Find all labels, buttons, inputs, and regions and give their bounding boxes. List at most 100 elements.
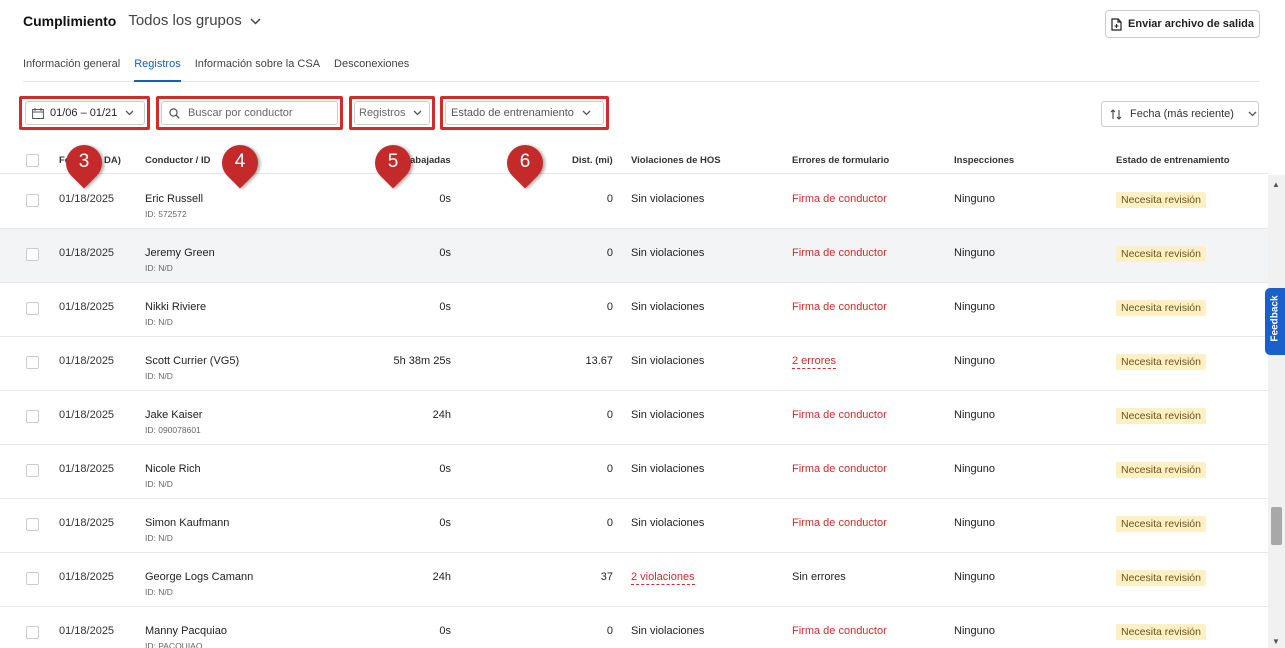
training-status-select[interactable]: Estado de entrenamiento — [445, 101, 604, 125]
row-driver-name[interactable]: Eric Russell — [145, 193, 203, 205]
row-hours: 5h 38m 25s — [393, 355, 451, 367]
status-badge: Necesita revisión — [1116, 300, 1206, 316]
table-row[interactable]: 01/18/2025 Manny Pacquiao ID: PACQUIAO 0… — [0, 607, 1268, 648]
row-hos: Sin violaciones — [631, 247, 705, 259]
tab-logs[interactable]: Registros — [134, 52, 181, 82]
row-checkbox[interactable] — [26, 464, 39, 477]
chevron-down-icon — [125, 110, 134, 116]
row-date: 01/18/2025 — [59, 463, 115, 475]
table-row[interactable]: 01/18/2025 Scott Currier (VG5) ID: N/D 5… — [0, 337, 1268, 391]
row-driver-name[interactable]: Nikki Riviere — [145, 301, 206, 313]
group-select[interactable]: Todos los grupos — [128, 12, 261, 29]
row-hos: Sin violaciones — [631, 355, 705, 367]
date-range-picker[interactable]: 01/06 – 01/21 — [25, 101, 145, 125]
vertical-scrollbar[interactable] — [1268, 175, 1285, 648]
column-header-training-status[interactable]: Estado de entrenamiento — [1116, 155, 1230, 166]
row-driver-id: ID: N/D — [145, 533, 173, 543]
chevron-down-icon — [582, 110, 591, 116]
row-hours: 24h — [432, 409, 451, 421]
row-hours: 0s — [439, 625, 451, 637]
column-header-hos[interactable]: Violaciones de HOS — [631, 155, 721, 166]
sort-select-label: Fecha (más reciente) — [1130, 108, 1234, 120]
driver-search-input[interactable]: Buscar por conductor — [161, 101, 338, 125]
row-date: 01/18/2025 — [59, 517, 115, 529]
column-header-driver[interactable]: Conductor / ID — [145, 155, 210, 166]
column-header-distance[interactable]: Dist. (mi) — [572, 155, 613, 166]
row-checkbox[interactable] — [26, 410, 39, 423]
row-form-errors[interactable]: Firma de conductor — [792, 517, 887, 529]
callout-marker-number: 6 — [519, 151, 531, 172]
scroll-up-arrow-icon[interactable]: ▲ — [1272, 180, 1280, 189]
tab-overview[interactable]: Información general — [23, 52, 120, 82]
row-checkbox[interactable] — [26, 518, 39, 531]
row-driver-name[interactable]: Jeremy Green — [145, 247, 215, 259]
row-driver-name[interactable]: Scott Currier (VG5) — [145, 355, 239, 367]
sort-select[interactable]: Fecha (más reciente) — [1101, 101, 1259, 127]
row-inspections: Ninguno — [954, 571, 995, 583]
tab-bar: Información general Registros Informació… — [23, 52, 1260, 82]
export-file-label: Enviar archivo de salida — [1128, 18, 1254, 30]
status-badge: Necesita revisión — [1116, 354, 1206, 370]
row-driver-name[interactable]: Manny Pacquiao — [145, 625, 227, 637]
date-range-value: 01/06 – 01/21 — [50, 107, 118, 119]
row-date: 01/18/2025 — [59, 571, 115, 583]
scroll-down-arrow-icon[interactable]: ▼ — [1272, 637, 1280, 646]
table-row[interactable]: 01/18/2025 Jeremy Green ID: N/D 0s 0 Sin… — [0, 229, 1268, 283]
column-header-hours[interactable]: abajadas — [410, 155, 451, 166]
column-header-date-tail: DA) — [104, 155, 121, 166]
table-row[interactable]: 01/18/2025 Jake Kaiser ID: 090078601 24h… — [0, 391, 1268, 445]
row-hours: 0s — [439, 463, 451, 475]
row-form-errors[interactable]: Firma de conductor — [792, 301, 887, 313]
row-checkbox[interactable] — [26, 572, 39, 585]
status-badge: Necesita revisión — [1116, 462, 1206, 478]
row-checkbox[interactable] — [26, 302, 39, 315]
row-date: 01/18/2025 — [59, 355, 115, 367]
page-title: Cumplimiento — [23, 12, 117, 29]
row-driver-name[interactable]: Simon Kaufmann — [145, 517, 229, 529]
table-row[interactable]: 01/18/2025 George Logs Camann ID: N/D 24… — [0, 553, 1268, 607]
row-date: 01/18/2025 — [59, 193, 115, 205]
row-form-errors-link[interactable]: 2 errores — [792, 355, 837, 369]
scrollbar-thumb[interactable] — [1271, 507, 1282, 545]
status-badge: Necesita revisión — [1116, 192, 1206, 208]
row-checkbox[interactable] — [26, 248, 39, 261]
row-driver-name[interactable]: Nicole Rich — [145, 463, 201, 475]
column-header-inspections[interactable]: Inspecciones — [954, 155, 1014, 166]
feedback-label[interactable]: Feedback — [1270, 279, 1281, 359]
row-distance: 0 — [606, 463, 613, 475]
row-distance: 0 — [606, 625, 613, 637]
row-form-errors[interactable]: Firma de conductor — [792, 409, 887, 421]
row-form-errors[interactable]: Firma de conductor — [792, 247, 887, 259]
row-driver-name[interactable]: Jake Kaiser — [145, 409, 202, 421]
row-form-errors[interactable]: Firma de conductor — [792, 193, 887, 205]
row-distance: 0 — [606, 301, 613, 313]
table-row[interactable]: 01/18/2025 Simon Kaufmann ID: N/D 0s 0 S… — [0, 499, 1268, 553]
logs-select[interactable]: Registros — [354, 101, 430, 125]
row-driver-id: ID: N/D — [145, 587, 173, 597]
row-driver-id: ID: N/D — [145, 371, 173, 381]
status-badge: Necesita revisión — [1116, 246, 1206, 262]
row-checkbox[interactable] — [26, 626, 39, 639]
row-hos: Sin violaciones — [631, 409, 705, 421]
chevron-down-icon — [414, 110, 422, 116]
export-file-button[interactable]: Enviar archivo de salida — [1105, 10, 1260, 38]
table-row[interactable]: 01/18/2025 Nicole Rich ID: N/D 0s 0 Sin … — [0, 445, 1268, 499]
row-hos: Sin violaciones — [631, 517, 705, 529]
tab-csa[interactable]: Información sobre la CSA — [195, 52, 320, 82]
row-driver-name[interactable]: George Logs Camann — [145, 571, 253, 583]
table-row[interactable]: 01/18/2025 Eric Russell ID: 572572 0s 0 … — [0, 175, 1268, 229]
row-form-errors[interactable]: Firma de conductor — [792, 463, 887, 475]
row-form-errors[interactable]: Firma de conductor — [792, 625, 887, 637]
tab-disconnects[interactable]: Desconexiones — [334, 52, 409, 82]
table-header: Fe DA) Conductor / ID abajadas Dist. (mi… — [0, 146, 1268, 174]
row-checkbox[interactable] — [26, 356, 39, 369]
calendar-icon — [32, 107, 44, 119]
row-date: 01/18/2025 — [59, 247, 115, 259]
row-checkbox[interactable] — [26, 194, 39, 207]
select-all-checkbox[interactable] — [26, 154, 39, 167]
row-distance: 13.67 — [585, 355, 613, 367]
table-row[interactable]: 01/18/2025 Nikki Riviere ID: N/D 0s 0 Si… — [0, 283, 1268, 337]
row-driver-id: ID: 572572 — [145, 209, 187, 219]
row-hos-violations-link[interactable]: 2 violaciones — [631, 571, 695, 585]
column-header-form-errors[interactable]: Errores de formulario — [792, 155, 889, 166]
